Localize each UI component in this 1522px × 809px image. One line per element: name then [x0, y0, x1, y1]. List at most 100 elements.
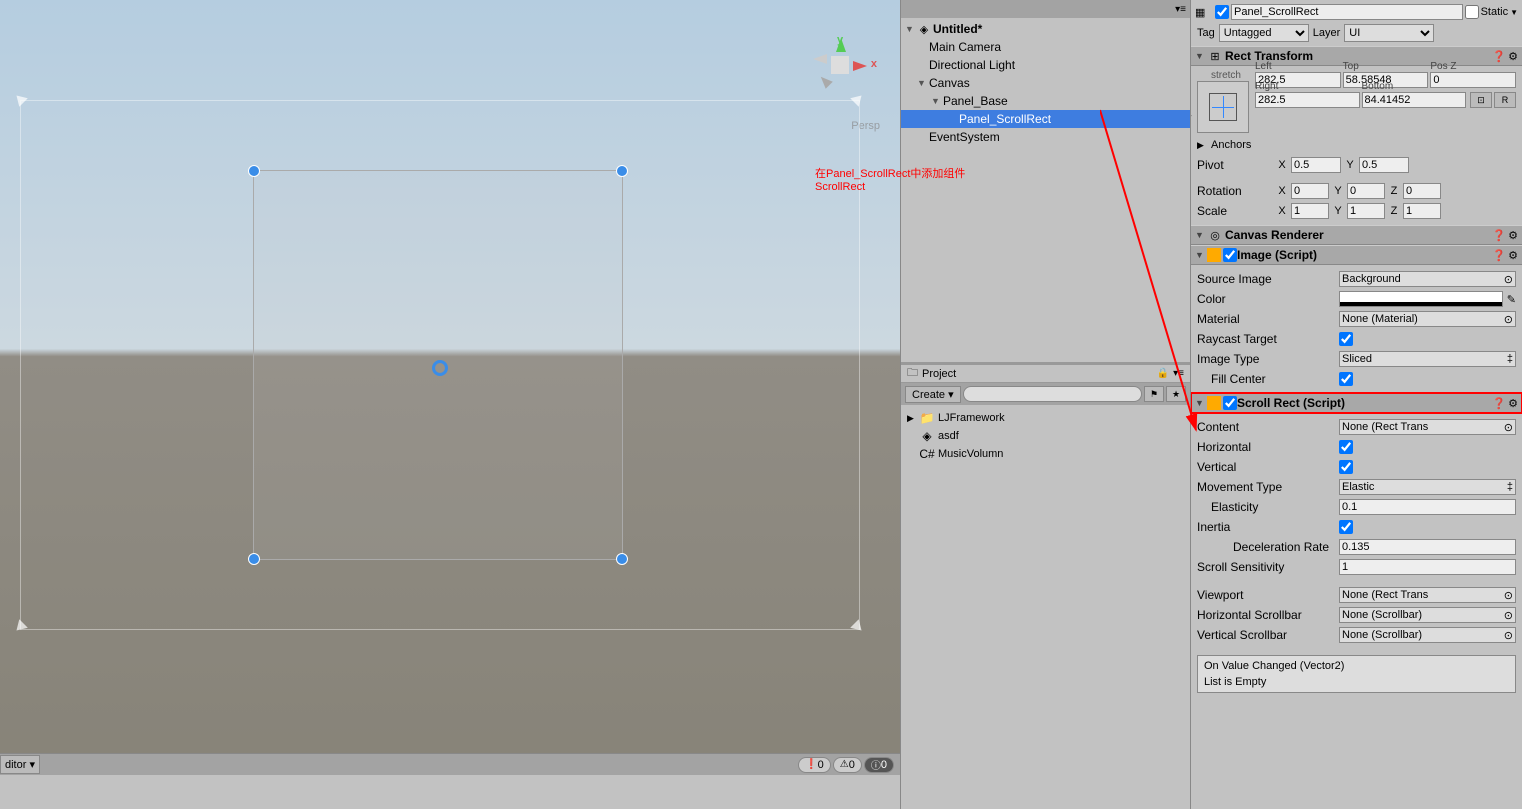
hierarchy-item[interactable]: Directional Light	[901, 56, 1190, 74]
deceleration-input[interactable]	[1339, 539, 1516, 555]
image-enabled-checkbox[interactable]	[1223, 248, 1237, 262]
anchors-foldout-icon[interactable]: ▶	[1197, 140, 1209, 151]
material-field[interactable]: None (Material)⊙	[1339, 311, 1516, 327]
panel-menu-icon[interactable]: ▾≡	[1175, 4, 1186, 15]
rot-z-input[interactable]	[1403, 183, 1441, 199]
object-picker-icon[interactable]: ⊙	[1504, 629, 1513, 642]
fill-center-checkbox[interactable]	[1339, 372, 1353, 386]
project-item[interactable]: ▶📁LJFramework	[901, 409, 1190, 427]
panel-menu-icon[interactable]: ▾≡	[1173, 368, 1184, 379]
movement-type-dropdown[interactable]: Elastic‡	[1339, 479, 1516, 495]
filter-icon[interactable]: ⚑	[1144, 386, 1164, 402]
v-scrollbar-field[interactable]: None (Scrollbar)⊙	[1339, 627, 1516, 643]
scl-z-input[interactable]	[1403, 203, 1441, 219]
gameobject-name-input[interactable]	[1231, 4, 1463, 20]
gizmo-z-axis-icon[interactable]	[817, 73, 833, 89]
source-image-field[interactable]: Background⊙	[1339, 271, 1516, 287]
hierarchy-item[interactable]: Panel_ScrollRect	[901, 110, 1190, 128]
foldout-arrow-icon[interactable]: ▶	[907, 413, 919, 424]
raw-edit-button[interactable]: R	[1494, 92, 1516, 108]
project-tab[interactable]: 🗀 Project 🔒 ▾≡	[901, 365, 1190, 383]
error-count[interactable]: ❗0	[798, 757, 831, 773]
selection-handle-tr[interactable]	[616, 165, 628, 177]
favorite-icon[interactable]: ★	[1166, 386, 1186, 402]
scene-gizmo[interactable]: y x	[795, 20, 885, 110]
layer-dropdown[interactable]: UI	[1344, 24, 1434, 42]
pivot-x-input[interactable]	[1291, 157, 1341, 173]
foldout-arrow-icon[interactable]: ▼	[905, 24, 917, 34]
lock-icon[interactable]: 🔒	[1157, 368, 1169, 379]
selection-handle-br[interactable]	[616, 553, 628, 565]
hierarchy-item[interactable]: ▼Panel_Base	[901, 92, 1190, 110]
canvas-handle-tl[interactable]	[14, 94, 28, 108]
gear-icon[interactable]: ⚙	[1508, 249, 1518, 262]
gizmo-cube[interactable]: y x	[831, 56, 849, 74]
content-field[interactable]: None (Rect Trans⊙	[1339, 419, 1516, 435]
help-icon[interactable]: ❓	[1492, 397, 1506, 410]
image-type-dropdown[interactable]: Sliced‡	[1339, 351, 1516, 367]
foldout-arrow-icon[interactable]: ▼	[917, 78, 929, 88]
object-picker-icon[interactable]: ⊙	[1504, 609, 1513, 622]
gear-icon[interactable]: ⚙	[1508, 229, 1518, 242]
canvas-handle-br[interactable]	[852, 622, 866, 636]
hierarchy-item[interactable]: Main Camera	[901, 38, 1190, 56]
eyedropper-icon[interactable]: ✎	[1507, 293, 1516, 306]
pivot-y-input[interactable]	[1359, 157, 1409, 173]
raycast-checkbox[interactable]	[1339, 332, 1353, 346]
object-picker-icon[interactable]: ⊙	[1504, 589, 1513, 602]
rot-y-input[interactable]	[1347, 183, 1385, 199]
anchor-preset-button[interactable]	[1197, 81, 1249, 133]
canvas-handle-tr[interactable]	[852, 94, 866, 108]
scroll-rect-enabled-checkbox[interactable]	[1223, 396, 1237, 410]
canvas-renderer-header[interactable]: ▼ ◎ Canvas Renderer ❓⚙	[1191, 225, 1522, 245]
gizmo-y-axis-icon[interactable]	[836, 38, 846, 52]
pivot-icon[interactable]	[432, 360, 448, 376]
create-button[interactable]: Create ▾	[905, 386, 961, 403]
object-picker-icon[interactable]: ⊙	[1504, 421, 1513, 434]
hierarchy-item[interactable]: ▼Canvas	[901, 74, 1190, 92]
image-header[interactable]: ▼ Image (Script) ❓⚙	[1191, 245, 1522, 265]
scene-root-row[interactable]: ▼ ◈ Untitled*	[901, 20, 1190, 38]
tag-dropdown[interactable]: Untagged	[1219, 24, 1309, 42]
help-icon[interactable]: ❓	[1492, 249, 1506, 262]
scroll-rect-header[interactable]: ▼ Scroll Rect (Script) ❓⚙	[1191, 393, 1522, 413]
viewport-field[interactable]: None (Rect Trans⊙	[1339, 587, 1516, 603]
help-icon[interactable]: ❓	[1492, 229, 1506, 242]
gizmo-neg-x-axis-icon[interactable]	[813, 54, 827, 64]
scl-y-input[interactable]	[1347, 203, 1385, 219]
color-field[interactable]	[1339, 291, 1503, 307]
canvas-handle-bl[interactable]	[14, 622, 28, 636]
object-picker-icon[interactable]: ⊙	[1504, 313, 1513, 326]
project-item[interactable]: C#MusicVolumn	[901, 445, 1190, 463]
object-picker-icon[interactable]: ⊙	[1504, 273, 1513, 286]
vertical-checkbox[interactable]	[1339, 460, 1353, 474]
rot-x-input[interactable]	[1291, 183, 1329, 199]
gizmo-x-axis-icon[interactable]	[853, 61, 867, 71]
foldout-icon[interactable]: ▼	[1195, 230, 1207, 240]
foldout-arrow-icon[interactable]: ▼	[931, 96, 943, 106]
foldout-icon[interactable]: ▼	[1195, 398, 1207, 408]
elasticity-input[interactable]	[1339, 499, 1516, 515]
inertia-checkbox[interactable]	[1339, 520, 1353, 534]
gameobject-active-checkbox[interactable]	[1215, 5, 1229, 19]
right-input[interactable]	[1255, 92, 1360, 108]
hierarchy-item[interactable]: EventSystem	[901, 128, 1190, 146]
selection-handle-bl[interactable]	[248, 553, 260, 565]
static-dropdown-icon[interactable]: ▼	[1510, 8, 1518, 17]
warning-count[interactable]: ⚠0	[833, 757, 862, 773]
project-search-input[interactable]	[963, 386, 1142, 402]
blueprint-mode-icon[interactable]: ⊡	[1470, 92, 1492, 108]
sensitivity-input[interactable]	[1339, 559, 1516, 575]
gear-icon[interactable]: ⚙	[1508, 397, 1518, 410]
project-item[interactable]: ◈asdf	[901, 427, 1190, 445]
static-checkbox[interactable]	[1465, 5, 1479, 19]
horizontal-checkbox[interactable]	[1339, 440, 1353, 454]
bottom-input[interactable]	[1362, 92, 1467, 108]
foldout-icon[interactable]: ▼	[1195, 250, 1207, 260]
foldout-icon[interactable]: ▼	[1195, 51, 1207, 61]
info-count[interactable]: ⓘ0	[864, 757, 894, 773]
scene-view[interactable]: y x Persp ditor ▾ ❗0 ⚠0	[0, 0, 900, 775]
editor-dropdown[interactable]: ditor ▾	[0, 755, 40, 774]
h-scrollbar-field[interactable]: None (Scrollbar)⊙	[1339, 607, 1516, 623]
selection-handle-tl[interactable]	[248, 165, 260, 177]
